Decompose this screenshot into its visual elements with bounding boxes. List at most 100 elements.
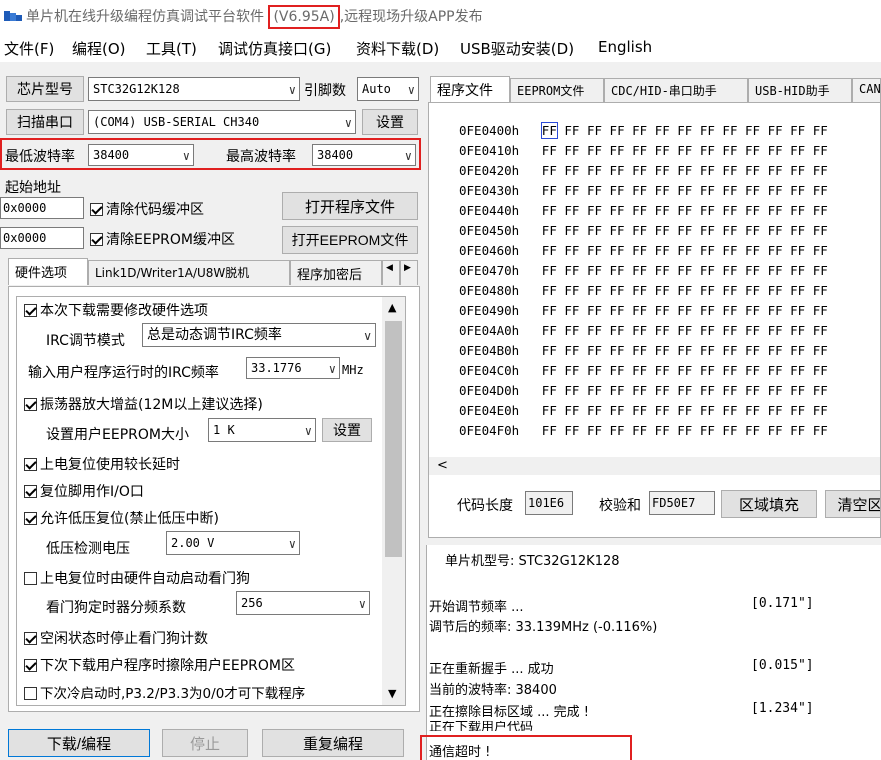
- hex-row-address: 0FE04D0h: [459, 383, 520, 398]
- hex-row: 0FE04B0h FF FF FF FF FF FF FF FF FF FF F…: [459, 343, 828, 358]
- menu-downloads[interactable]: 资料下载(D): [356, 38, 439, 59]
- chevron-down-icon: ∨: [407, 83, 415, 97]
- irc-freq-select[interactable]: 33.1776 ∨: [246, 357, 340, 379]
- region-fill-button[interactable]: 区域填充: [721, 490, 817, 518]
- option-low-voltage-reset[interactable]: 允许低压复位(禁止低压中断): [24, 508, 219, 528]
- chip-model-button[interactable]: 芯片型号: [6, 76, 84, 102]
- options-scrollbar[interactable]: ▲ ▼: [382, 297, 405, 705]
- download-program-button[interactable]: 下载/编程: [8, 729, 150, 757]
- eeprom-size-set-button[interactable]: 设置: [322, 418, 372, 442]
- repeat-program-button[interactable]: 重复编程: [262, 729, 404, 757]
- tab-eeprom-file[interactable]: EEPROM文件: [510, 78, 604, 103]
- hex-row-bytes[interactable]: FF FF FF FF FF FF FF FF FF FF FF FF FF: [542, 163, 828, 178]
- hex-row-bytes[interactable]: FF FF FF FF FF FF FF FF FF FF FF FF FF: [542, 363, 828, 378]
- tab-cdc-hid-serial[interactable]: CDC/HID-串口助手: [604, 78, 748, 103]
- scroll-up-icon[interactable]: ▲: [388, 301, 396, 314]
- hex-row-address: 0FE0480h: [459, 283, 520, 298]
- scroll-left-icon[interactable]: <: [437, 458, 448, 473]
- hex-row: 0FE0480h FF FF FF FF FF FF FF FF FF FF F…: [459, 283, 828, 298]
- menu-file[interactable]: 文件(F): [4, 38, 54, 59]
- option-auto-watchdog[interactable]: 上电复位时由硬件自动启动看门狗: [24, 568, 250, 588]
- hex-row: 0FE0400h FF FF FF FF FF FF FF FF FF FF F…: [459, 122, 828, 139]
- menu-debug[interactable]: 调试仿真接口(G): [218, 38, 331, 59]
- min-baud-select[interactable]: 38400 ∨: [88, 144, 194, 166]
- start-address-input[interactable]: [0, 197, 84, 219]
- hex-view[interactable]: 0FE0400h FF FF FF FF FF FF FF FF FF FF F…: [428, 102, 881, 538]
- log-time: [1.234"]: [751, 701, 814, 716]
- hex-row-bytes[interactable]: FF FF FF FF FF FF FF FF FF FF FF FF FF: [542, 303, 828, 318]
- low-voltage-select[interactable]: 2.00 V ∨: [166, 531, 300, 555]
- option-power-on-delay[interactable]: 上电复位使用较长延时: [24, 454, 180, 474]
- tab-hardware-options[interactable]: 硬件选项: [8, 258, 88, 285]
- option-osc-gain[interactable]: 振荡器放大增益(12M以上建议选择): [24, 394, 263, 414]
- hex-row-bytes[interactable]: FF FF FF FF FF FF FF FF FF FF FF FF FF: [542, 323, 828, 338]
- hex-row-address: 0FE0420h: [459, 163, 520, 178]
- scroll-down-icon[interactable]: ▼: [388, 687, 396, 700]
- clear-eeprom-checkbox[interactable]: 清除EEPROM缓冲区: [90, 229, 235, 249]
- hex-row-bytes[interactable]: FF FF FF FF FF FF FF FF FF FF FF FF FF: [542, 383, 828, 398]
- tab-scroll-right-icon[interactable]: ▶: [400, 260, 418, 285]
- tab-usb-hid[interactable]: USB-HID助手: [748, 78, 852, 103]
- menu-program[interactable]: 编程(O): [72, 38, 126, 59]
- hex-row-bytes[interactable]: FF FF FF FF FF FF FF FF FF FF FF FF FF: [542, 243, 828, 258]
- hex-row: 0FE0450h FF FF FF FF FF FF FF FF FF FF F…: [459, 223, 828, 238]
- hex-row-bytes[interactable]: FF FF FF FF FF FF FF FF FF FF FF FF FF: [542, 403, 828, 418]
- tab-scroll-left-icon[interactable]: ◀: [382, 260, 400, 285]
- hex-row-bytes[interactable]: FF FF FF FF FF FF FF FF FF FF FF FF FF: [542, 203, 828, 218]
- log-line: 当前的波特率: 38400: [429, 683, 557, 698]
- hex-row-bytes[interactable]: FF FF FF FF FF FF FF FF FF FF FF FF FF: [542, 423, 828, 438]
- hex-row-bytes[interactable]: FF FF FF FF FF FF FF FF FF FF FF FF FF: [540, 122, 828, 139]
- option-reset-pin-io[interactable]: 复位脚用作I/O口: [24, 481, 144, 501]
- tab-program-file[interactable]: 程序文件: [430, 76, 510, 103]
- stop-button[interactable]: 停止: [162, 729, 248, 757]
- hex-row: 0FE04F0h FF FF FF FF FF FF FF FF FF FF F…: [459, 423, 828, 438]
- chevron-down-icon: ∨: [288, 537, 296, 551]
- port-select[interactable]: (COM4) USB-SERIAL CH340 ∨: [88, 110, 356, 134]
- option-erase-eeprom[interactable]: 下次下载用户程序时擦除用户EEPROM区: [24, 655, 295, 675]
- code-length-value: 101E6: [525, 491, 573, 515]
- pins-select[interactable]: Auto ∨: [357, 77, 419, 101]
- hex-row-bytes[interactable]: FF FF FF FF FF FF FF FF FF FF FF FF FF: [542, 143, 828, 158]
- irc-mode-select[interactable]: 总是动态调节IRC频率 ∨: [142, 323, 376, 347]
- clear-code-checkbox[interactable]: 清除代码缓冲区: [90, 199, 204, 219]
- title-bar: 单片机在线升级编程仿真调试平台软件 (V6.95A) ,远程现场升级APP发布: [0, 0, 881, 32]
- chevron-down-icon: ∨: [363, 329, 372, 343]
- hex-hscrollbar[interactable]: <: [429, 457, 880, 475]
- chevron-down-icon: ∨: [358, 597, 366, 611]
- hex-row-bytes[interactable]: FF FF FF FF FF FF FF FF FF FF FF FF FF: [542, 343, 828, 358]
- port-settings-button[interactable]: 设置: [362, 109, 418, 135]
- hex-selected-byte[interactable]: FF: [540, 122, 558, 139]
- eeprom-address-input[interactable]: [0, 227, 84, 249]
- hex-row-bytes[interactable]: FF FF FF FF FF FF FF FF FF FF FF FF FF: [542, 223, 828, 238]
- clear-region-button[interactable]: 清空区: [825, 490, 880, 518]
- hex-row-bytes[interactable]: FF FF FF FF FF FF FF FF FF FF FF FF FF: [542, 263, 828, 278]
- hex-row-address: 0FE04C0h: [459, 363, 520, 378]
- hex-row-bytes[interactable]: FF FF FF FF FF FF FF FF FF FF FF FF FF: [542, 183, 828, 198]
- log-output: 单片机型号: STC32G12K128 开始调节频率 ... [0.171"] …: [426, 545, 881, 760]
- tab-link1d-writer[interactable]: Link1D/Writer1A/U8W脱机: [88, 260, 290, 285]
- left-tab-bar: 硬件选项 Link1D/Writer1A/U8W脱机 程序加密后 ◀ ▶: [8, 258, 420, 286]
- hex-row-bytes[interactable]: FF FF FF FF FF FF FF FF FF FF FF FF FF: [542, 283, 828, 298]
- chip-model-select[interactable]: STC32G12K128 ∨: [88, 77, 300, 101]
- option-modify-hardware[interactable]: 本次下载需要修改硬件选项: [24, 300, 208, 320]
- eeprom-size-select[interactable]: 1 K ∨: [208, 418, 316, 442]
- open-eeprom-button[interactable]: 打开EEPROM文件: [282, 226, 418, 254]
- open-program-button[interactable]: 打开程序文件: [282, 192, 418, 220]
- scan-port-button[interactable]: 扫描串口: [6, 109, 84, 135]
- chevron-down-icon: ∨: [344, 116, 352, 130]
- max-baud-select[interactable]: 38400 ∨: [312, 144, 416, 166]
- wdt-divider-label: 看门狗定时器分频系数: [46, 600, 186, 616]
- log-line: 正在擦除目标区域 ... 完成 !: [429, 705, 590, 720]
- menu-usb-driver[interactable]: USB驱动安装(D): [460, 38, 574, 59]
- menu-english[interactable]: English: [598, 38, 652, 56]
- option-idle-stop-watchdog[interactable]: 空闲状态时停止看门狗计数: [24, 628, 208, 648]
- scrollbar-thumb[interactable]: [385, 321, 402, 557]
- tab-program-encrypt[interactable]: 程序加密后: [290, 260, 382, 285]
- tab-can[interactable]: CAN: [852, 78, 881, 103]
- chevron-down-icon: ∨: [328, 362, 336, 376]
- app-logo-icon: [4, 11, 22, 21]
- menu-tools[interactable]: 工具(T): [146, 38, 197, 59]
- option-cold-boot-p32[interactable]: 下次冷启动时,P3.2/P3.3为0/0才可下载程序: [24, 682, 305, 702]
- pins-label: 引脚数: [304, 83, 346, 99]
- wdt-divider-select[interactable]: 256 ∨: [236, 591, 370, 615]
